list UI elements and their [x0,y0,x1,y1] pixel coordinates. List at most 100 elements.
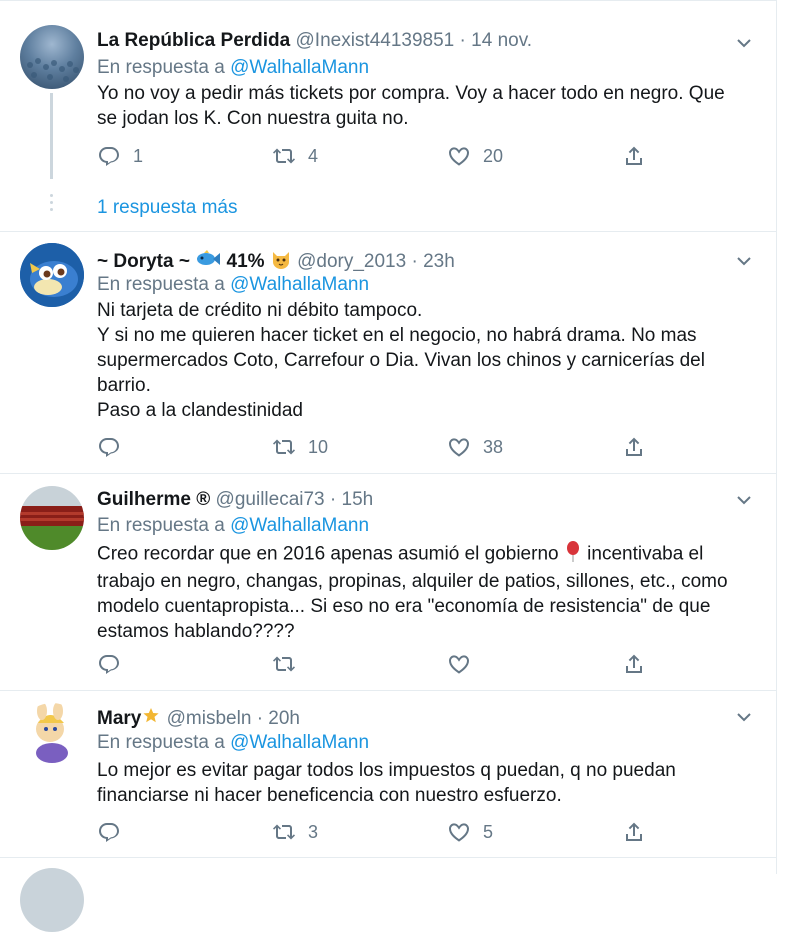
timestamp[interactable]: 20h [268,708,300,729]
avatar[interactable] [20,25,84,89]
share-button[interactable] [622,143,646,169]
share-icon [622,435,646,459]
tweet-header: La República Perdida @Inexist44139851 · … [97,30,532,52]
tweet-2[interactable]: ~ Doryta ~ 41% @dory_2013 · 23h En respu… [0,231,776,474]
like-icon [447,652,471,676]
avatar[interactable] [20,486,84,550]
share-icon [622,820,646,844]
reply-context: En respuesta a @WalhallaMann [97,515,369,537]
handle[interactable]: @Inexist44139851 [296,30,455,51]
share-button[interactable] [622,819,646,845]
tweet-actions [97,651,657,677]
share-button[interactable] [622,434,646,460]
separator: · [256,708,264,730]
handle[interactable]: @guillecai73 [216,489,325,510]
reply-context: En respuesta a @WalhallaMann [97,732,369,754]
timestamp[interactable]: 23h [423,251,455,272]
like-button[interactable]: 20 [447,143,503,169]
reply-icon [97,820,121,844]
handle[interactable]: @misbeln [167,708,252,729]
reply-count: 1 [133,145,144,166]
retweet-button[interactable]: 3 [272,819,318,845]
balloon-emoji-icon [564,540,582,569]
like-button[interactable] [447,651,483,677]
tweet-actions: 1 4 20 [97,143,657,169]
timestamp[interactable]: 15h [342,489,374,510]
replies-feed: La República Perdida @Inexist44139851 · … [0,0,777,932]
display-name[interactable]: Mary [97,708,141,729]
retweet-button[interactable]: 10 [272,434,328,460]
dizzy-emoji-icon [141,706,161,732]
tweet-header: Mary @misbeln · 20h [97,706,300,732]
display-name[interactable]: La República Perdida [97,30,290,51]
tweet-actions: 3 5 [97,819,657,845]
avatar[interactable] [20,868,84,932]
mention-link[interactable]: @WalhallaMann [230,57,369,78]
reply-icon [97,435,121,459]
tweet-text: Ni tarjeta de crédito ni débito tampoco.… [97,298,747,423]
retweet-button[interactable] [272,651,308,677]
like-icon [447,435,471,459]
reply-icon [97,652,121,676]
like-button[interactable]: 38 [447,434,503,460]
retweet-count: 4 [308,145,319,166]
mention-link[interactable]: @WalhallaMann [230,515,369,536]
timestamp[interactable]: 14 nov. [471,30,532,51]
thread-dots [50,194,53,215]
avatar[interactable] [20,243,84,307]
reply-prefix: En respuesta a [97,57,225,78]
like-count: 20 [483,145,504,166]
avatar[interactable] [20,703,84,767]
text-line: Paso a la clandestinidad [97,400,303,421]
separator: · [329,489,337,510]
reply-button[interactable] [97,819,133,845]
share-button[interactable] [622,651,646,677]
reply-button[interactable] [97,434,133,460]
text-line: Creo recordar que en 2016 apenas asumió … [97,540,747,569]
display-name[interactable]: ~ Doryta ~ [97,251,190,272]
tweet-text: Yo no voy a pedir más tickets por compra… [97,81,747,131]
text-line: barrio. [97,375,151,396]
share-icon [622,652,646,676]
text-line: Y si no me quieren hacer ticket en el ne… [97,325,697,346]
text-segment: Creo recordar que en 2016 apenas asumió … [97,543,559,565]
like-count: 38 [483,436,504,457]
name-suffix: ® [196,489,211,510]
reply-icon [97,144,121,168]
tweet-4[interactable]: Mary @misbeln · 20h En respuesta a @Walh… [0,691,776,858]
display-name[interactable]: Guilherme [97,489,191,510]
like-button[interactable]: 5 [447,819,493,845]
reply-button[interactable] [97,651,133,677]
tweet-actions: 10 38 [97,434,657,460]
chevron-down-icon[interactable] [732,705,756,729]
tweet-3[interactable]: Guilherme ® @guillecai73 · 15h En respue… [0,474,776,691]
retweet-icon [272,144,296,168]
like-icon [447,144,471,168]
chevron-down-icon[interactable] [732,488,756,512]
tweet-1[interactable]: La República Perdida @Inexist44139851 · … [0,0,776,232]
like-count: 5 [483,821,494,842]
mention-link[interactable]: @WalhallaMann [230,732,369,753]
reply-context: En respuesta a @WalhallaMann [97,57,369,79]
mention-link[interactable]: @WalhallaMann [230,274,369,295]
separator: · [411,251,418,273]
chevron-down-icon[interactable] [732,249,756,273]
show-more-replies-link[interactable]: 1 respuesta más [97,197,237,219]
retweet-icon [272,820,296,844]
retweet-count: 10 [308,436,329,457]
reply-prefix: En respuesta a [97,732,225,753]
retweet-button[interactable]: 4 [272,143,318,169]
text-segment: incentivaba el [587,543,704,565]
text-line: supermercados Coto, Carrefour o Dia. Viv… [97,350,705,371]
share-icon [622,144,646,168]
separator: · [459,30,466,51]
tweet-text: Creo recordar que en 2016 apenas asumió … [97,540,747,644]
tweet-text: Lo mejor es evitar pagar todos los impue… [97,758,747,808]
reply-prefix: En respuesta a [97,274,225,295]
tweet-header: ~ Doryta ~ 41% @dory_2013 · 23h [97,248,455,276]
retweet-count: 3 [308,821,319,842]
chevron-down-icon[interactable] [732,31,756,55]
reply-button[interactable]: 1 [97,143,143,169]
like-icon [447,820,471,844]
handle[interactable]: @dory_2013 [297,251,406,272]
